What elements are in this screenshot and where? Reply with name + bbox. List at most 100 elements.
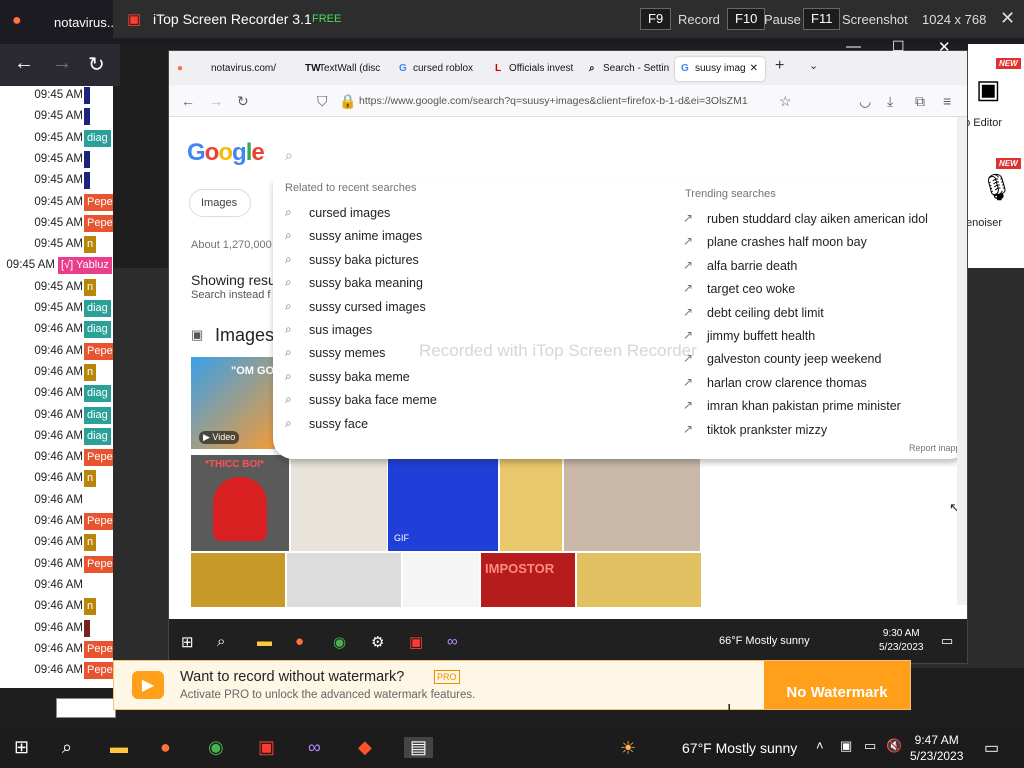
video-editor-icon[interactable]: ▣ — [976, 74, 1001, 105]
pocket-icon[interactable]: ◡ — [859, 93, 871, 110]
related-suggestion[interactable]: ⌕ sussy baka pictures — [285, 250, 665, 273]
images-filter-chip[interactable]: Images — [189, 189, 251, 217]
pause-label[interactable]: Pause — [764, 12, 801, 27]
firefox-icon[interactable]: ● — [160, 737, 171, 758]
no-watermark-button[interactable]: No Watermark — [764, 661, 910, 709]
image-thumbnail[interactable] — [577, 553, 701, 607]
chat-user-tag[interactable]: diag — [84, 427, 111, 445]
chat-user-tag[interactable]: n — [84, 598, 97, 616]
file-explorer-icon[interactable]: ▬ — [110, 737, 128, 758]
volume-muted-icon[interactable]: 🔇 — [886, 738, 902, 754]
back-arrow-icon[interactable]: ← — [14, 52, 34, 75]
tab-cursed-roblox[interactable]: Gcursed roblox — [399, 57, 479, 81]
background-tab-title[interactable]: notavirus... — [54, 15, 118, 30]
report-link[interactable]: Report inapp — [909, 443, 961, 453]
record-label[interactable]: Record — [678, 12, 720, 27]
trending-suggestion[interactable]: ↗ alfa barrie death — [683, 256, 963, 279]
denoiser-icon[interactable]: 🎙 — [980, 172, 1013, 203]
related-suggestion[interactable]: ⌕ sussy baka face meme — [285, 390, 665, 413]
related-suggestion[interactable]: ⌕ sussy cursed images — [285, 297, 665, 320]
forward-arrow-icon[interactable]: → — [209, 93, 223, 109]
settings-gear-icon[interactable]: ⚙ — [371, 633, 384, 651]
trending-suggestion[interactable]: ↗ plane crashes half moon bay — [683, 232, 963, 255]
app-icon[interactable]: ∞ — [308, 737, 321, 758]
windows-start-icon[interactable]: ⊞ — [181, 633, 194, 651]
chat-user-tag[interactable]: Pepe — [84, 193, 113, 211]
trending-suggestion[interactable]: ↗ jimmy buffett health — [683, 326, 963, 349]
chat-user-tag[interactable]: diag — [84, 385, 111, 403]
trending-suggestion[interactable]: ↗ ruben studdard clay aiken american idol — [683, 209, 963, 232]
related-suggestion[interactable]: ⌕ sussy baka meaning — [285, 273, 665, 296]
taskbar-clock[interactable]: 9:30 AM 5/23/2023 — [879, 627, 924, 655]
chat-user-tag[interactable]: Pepe — [84, 555, 113, 573]
google-search-box[interactable]: ⌕ — [273, 135, 967, 179]
chat-user-tag[interactable] — [84, 172, 90, 190]
shield-icon[interactable]: ⛉ — [317, 93, 328, 110]
back-arrow-icon[interactable]: ← — [181, 93, 195, 109]
chrome-icon[interactable]: ◉ — [333, 633, 346, 651]
related-suggestion[interactable]: ⌕ sussy anime images — [285, 226, 665, 249]
image-thumbnail[interactable] — [564, 455, 700, 551]
vertical-scrollbar[interactable] — [957, 117, 967, 605]
image-thumbnail[interactable]: *THICC BOI* — [191, 455, 289, 551]
chat-user-tag[interactable]: diag — [84, 406, 111, 424]
chat-user-tag[interactable]: n — [84, 363, 97, 381]
firefox-menu-tab[interactable]: ● — [177, 57, 197, 81]
chat-user-tag[interactable]: diag — [84, 129, 111, 147]
image-thumbnail[interactable]: IMPOSTOR — [481, 553, 575, 607]
chat-user-tag[interactable]: n — [84, 236, 97, 254]
chat-user-tag[interactable]: Pepe — [84, 640, 113, 658]
image-thumbnail[interactable] — [191, 553, 285, 607]
tab-officials[interactable]: L Officials invest — [495, 57, 575, 81]
app-icon[interactable]: ∞ — [447, 633, 458, 650]
chat-user-tag[interactable]: Pepe — [84, 449, 113, 467]
chat-user-tag[interactable] — [84, 87, 90, 104]
minimize-icon[interactable]: — — [846, 38, 861, 55]
google-logo[interactable]: Google — [187, 139, 265, 167]
chat-user-tag[interactable]: n — [84, 470, 97, 488]
new-tab-icon[interactable]: + — [775, 57, 784, 75]
firefox-icon[interactable]: ● — [295, 633, 304, 650]
weather-widget[interactable]: 66°F Mostly sunny — [719, 635, 810, 647]
tab-textwall[interactable]: TWTextWall (disc — [305, 57, 385, 81]
tab-search-settings[interactable]: ⌕ Search - Settin — [589, 57, 669, 81]
reload-icon[interactable]: ↻ — [237, 93, 249, 110]
chat-user-tag[interactable]: diag — [84, 300, 111, 317]
chat-user-tag[interactable]: Pepe — [84, 662, 113, 680]
screenshot-hotkey[interactable]: F11 — [803, 8, 841, 30]
chevron-down-icon[interactable]: ⌄ — [809, 59, 818, 72]
extensions-icon[interactable]: ⧉ — [915, 93, 925, 110]
recorder-close-icon[interactable]: ✕ — [1000, 8, 1015, 29]
recorder-icon[interactable]: ▣ — [409, 633, 423, 651]
image-thumbnail[interactable] — [500, 455, 562, 551]
chat-user-tag[interactable]: [√] Yabluz — [58, 257, 112, 275]
trending-suggestion[interactable]: ↗ debt ceiling debt limit — [683, 303, 963, 326]
clapperboard-app-icon[interactable]: ▤ — [404, 737, 434, 758]
chat-user-tag[interactable]: n — [84, 278, 97, 296]
notification-icon[interactable]: ▭ — [984, 738, 999, 758]
recorder-icon[interactable]: ▣ — [258, 737, 275, 758]
chat-user-tag[interactable] — [84, 619, 90, 637]
address-bar[interactable]: https://www.google.com/search?q=suusy+im… — [359, 95, 748, 107]
file-explorer-icon[interactable]: ▬ — [257, 633, 272, 650]
images-heading[interactable]: Images — [215, 325, 274, 346]
chat-input[interactable] — [56, 698, 116, 718]
maximize-icon[interactable]: ☐ — [892, 38, 905, 55]
tab-suusy-images[interactable]: Gsuusy imag ✕ — [675, 57, 765, 81]
chat-user-tag[interactable]: Pepe — [84, 342, 113, 360]
reload-icon[interactable]: ↻ — [88, 52, 105, 77]
image-thumbnail[interactable] — [287, 553, 401, 607]
chat-user-tag[interactable] — [84, 108, 90, 126]
tab-notavirus[interactable]: notavirus.com/ — [211, 57, 283, 81]
search-icon[interactable]: ⌕ — [62, 737, 72, 758]
trending-suggestion[interactable]: ↗ galveston county jeep weekend — [683, 349, 963, 372]
chat-user-tag[interactable]: n — [84, 534, 97, 552]
chat-user-tag[interactable]: diag — [84, 321, 111, 339]
trending-suggestion[interactable]: ↗ imran khan pakistan prime minister — [683, 396, 963, 419]
image-thumbnail[interactable]: GIF — [388, 455, 498, 551]
weather-widget[interactable]: 67°F Mostly sunny — [682, 740, 797, 756]
downloads-icon[interactable]: ⤓ — [887, 93, 893, 110]
related-suggestion[interactable]: ⌕ sussy baka meme — [285, 367, 665, 390]
related-suggestion[interactable]: ⌕ cursed images — [285, 203, 665, 226]
trending-suggestion[interactable]: ↗ tiktok prankster mizzy — [683, 420, 963, 443]
